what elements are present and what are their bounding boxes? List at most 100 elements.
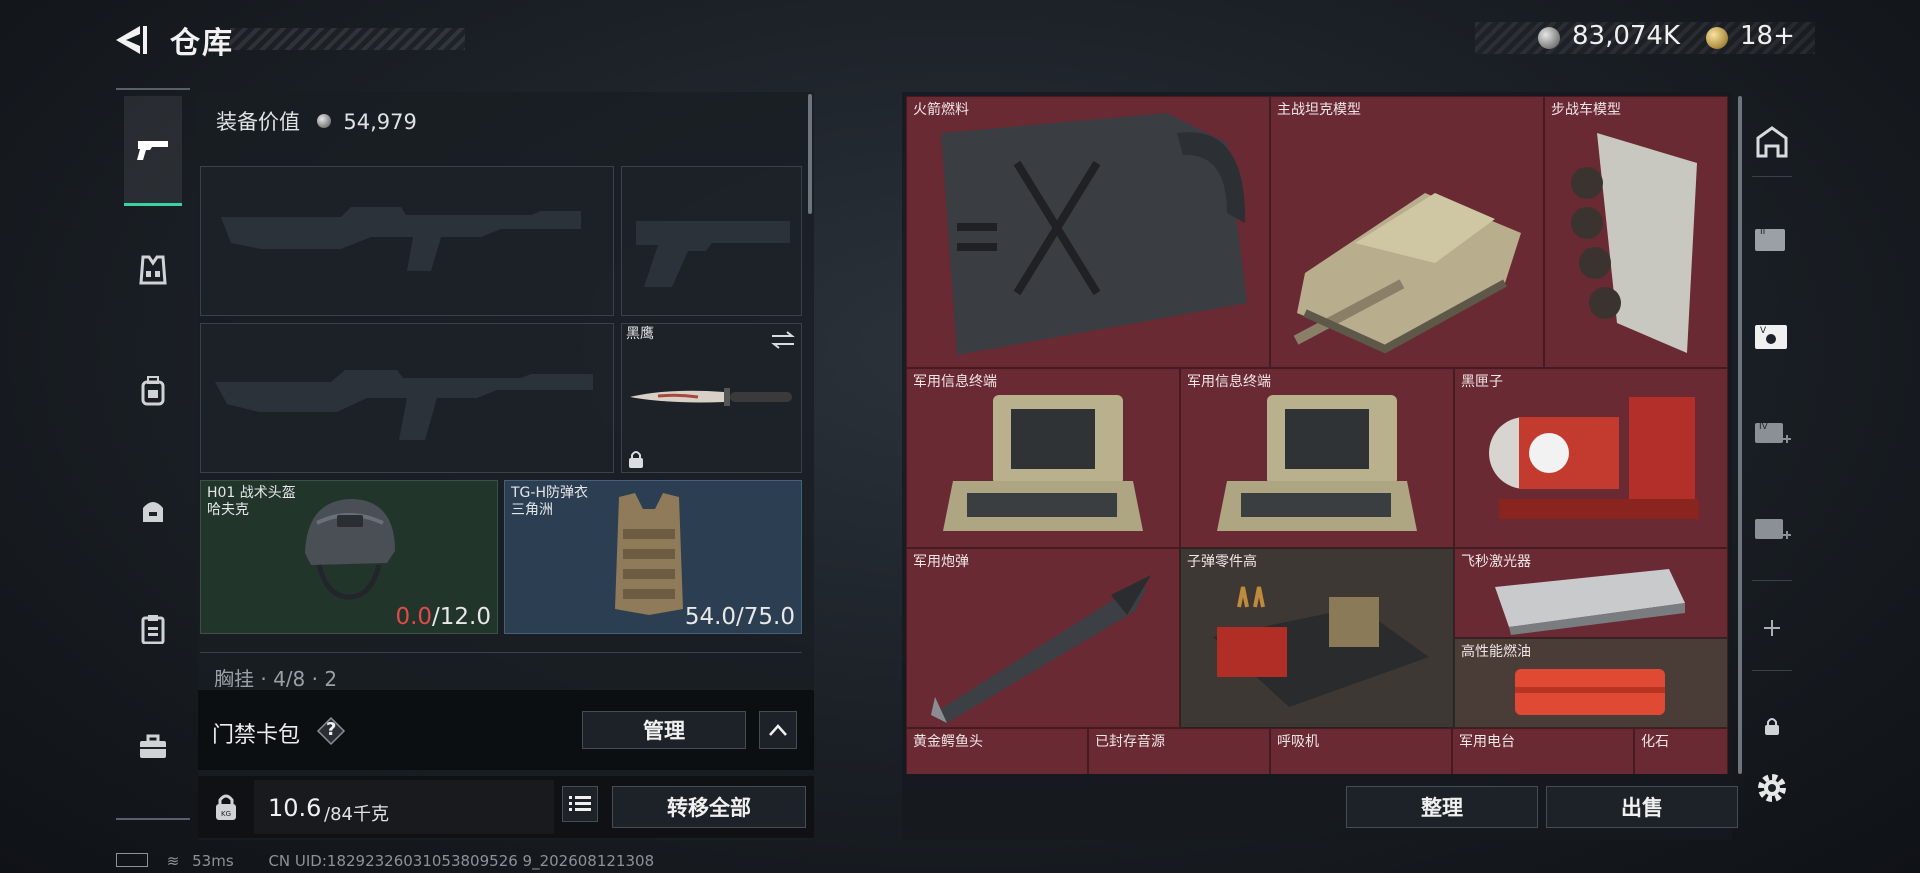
storage-lock-button[interactable]: [1746, 700, 1798, 752]
body-armor-icon: [615, 493, 683, 615]
melee-slot[interactable]: 黑鹰: [621, 323, 802, 473]
storage-grid: 火箭燃料 主战坦克模型 步战车模型 军用信息终端 军用信息终端 黑匣子 军用炮弹…: [906, 96, 1728, 774]
item-label: 军用电台: [1459, 734, 1515, 750]
list-icon: [569, 796, 591, 811]
laser-case-icon: [1495, 569, 1685, 635]
item-military-radio[interactable]: 军用电台: [1452, 728, 1634, 774]
item-label: 军用信息终端: [1187, 374, 1271, 390]
item-sealed-audio[interactable]: 已封存音源: [1088, 728, 1270, 774]
battery-icon: [116, 853, 148, 867]
chevron-up-icon: [769, 724, 787, 736]
secondary-weapon-slot[interactable]: [200, 323, 614, 473]
item-fossil[interactable]: 化石: [1634, 728, 1728, 774]
backpack-icon: [141, 376, 165, 406]
sell-button[interactable]: 出售: [1546, 786, 1738, 828]
item-military-terminal[interactable]: 军用信息终端: [1180, 368, 1454, 548]
storage-page-3-button[interactable]: IV: [1746, 406, 1798, 458]
storage-page-4-button[interactable]: [1746, 502, 1798, 554]
clipboard-icon: [141, 615, 165, 644]
rifle-silhouette-icon: [215, 370, 593, 440]
status-bar: ≋ 53ms CN UID:18292326031053809526 9_202…: [116, 852, 654, 870]
knife-icon: [630, 388, 792, 406]
rail-tab-clipboard[interactable]: [124, 574, 182, 684]
item-femtosecond-laser[interactable]: 飞秒激光器: [1454, 548, 1728, 638]
weight-capacity: /84千克: [324, 804, 389, 825]
list-view-button[interactable]: [562, 786, 598, 822]
storage-page-1-icon: II: [1755, 227, 1785, 251]
item-label: 步战车模型: [1551, 102, 1621, 118]
equipment-value: 装备价值 54,979: [216, 106, 417, 136]
body-armor-slot[interactable]: TG-H防弹衣 三角洲 54.0/75.0: [504, 480, 802, 634]
weight-current: 10.6: [268, 794, 322, 822]
storage-page-2-button[interactable]: V: [1746, 310, 1798, 362]
item-military-shell[interactable]: 军用炮弹: [906, 548, 1180, 728]
item-high-perf-fuel[interactable]: 高性能燃油: [1454, 638, 1728, 728]
title-decoration: [230, 28, 465, 50]
manage-button[interactable]: 管理: [582, 711, 746, 749]
item-golden-croc-head[interactable]: 黄金鳄鱼头: [906, 728, 1088, 774]
gold-currency-amount[interactable]: 18+: [1740, 21, 1795, 51]
pistol-silhouette-icon: [636, 221, 790, 287]
item-label: 高性能燃油: [1461, 644, 1531, 660]
svg-text:II: II: [1760, 227, 1765, 237]
weight-lock-button[interactable]: KG: [206, 784, 246, 830]
toolbar-divider: [1752, 670, 1792, 671]
user-uid: CN UID:18292326031053809526 9_2026081213…: [268, 852, 655, 870]
organize-button[interactable]: 整理: [1346, 786, 1538, 828]
toolbar-divider: [1752, 176, 1792, 177]
chest-rig-row[interactable]: 胸挂 · 4/8 · 2: [200, 652, 802, 687]
weight-lock-icon: KG: [216, 794, 236, 820]
gear-icon: [1758, 774, 1786, 802]
item-bullet-parts[interactable]: 子弹零件高: [1180, 548, 1454, 728]
chest-rig-label: 胸挂 · 4/8 · 2: [214, 667, 338, 687]
storage-scrollbar[interactable]: [1738, 96, 1742, 774]
item-label: 黑匣子: [1461, 374, 1503, 390]
pistol-icon: [137, 140, 168, 160]
sidearm-slot[interactable]: [621, 166, 802, 316]
item-label: 已封存音源: [1095, 734, 1165, 750]
missile-icon: [931, 575, 1151, 723]
rail-tab-backpack[interactable]: [124, 336, 182, 446]
rail-tab-pouch[interactable]: [124, 456, 182, 566]
plus-icon: [1764, 620, 1780, 636]
helmet-brand: 哈夫克: [207, 502, 249, 518]
laptop-terminal-icon: [943, 395, 1143, 531]
swap-icon[interactable]: [770, 330, 796, 350]
item-black-box[interactable]: 黑匣子: [1454, 368, 1728, 548]
rail-tab-vest[interactable]: [124, 215, 182, 325]
helmet-slot[interactable]: H01 战术头盔 哈夫克 0.0/12.0: [200, 480, 498, 634]
collapse-button[interactable]: [759, 711, 797, 749]
toolbar-divider: [1752, 580, 1792, 581]
item-military-terminal[interactable]: 军用信息终端: [906, 368, 1180, 548]
item-mbt-model[interactable]: 主战坦克模型: [1270, 96, 1544, 368]
jerrycan-icon: [941, 113, 1247, 355]
storage-page-2-icon: V: [1755, 325, 1787, 349]
storage-home-button[interactable]: [1746, 116, 1798, 168]
settings-button[interactable]: [1746, 762, 1798, 814]
armor-durability: 54.0/75.0: [684, 604, 795, 630]
silver-coin-icon: [1538, 27, 1560, 49]
storage-page-3-icon: IV: [1755, 422, 1791, 443]
help-button[interactable]: ?: [316, 716, 346, 746]
helmet-durability-current: 0.0: [395, 604, 433, 630]
primary-weapon-slot[interactable]: [200, 166, 614, 316]
item-ifv-model[interactable]: 步战车模型: [1544, 96, 1728, 368]
storage-page-1-button[interactable]: II: [1746, 212, 1798, 264]
loadout-scrollbar[interactable]: [808, 94, 812, 214]
tank-icon: [1293, 193, 1521, 353]
rail-tab-weapons[interactable]: [124, 96, 182, 206]
ammo-crate-icon: [1213, 586, 1429, 707]
rail-tab-case[interactable]: [124, 692, 182, 802]
lock-icon: [1765, 718, 1779, 735]
back-arrow-icon[interactable]: [112, 20, 152, 60]
lock-icon: [629, 451, 643, 468]
item-ventilator[interactable]: 呼吸机: [1270, 728, 1452, 774]
rifle-silhouette-icon: [221, 207, 581, 271]
keycard-bag-label: 门禁卡包: [212, 723, 301, 748]
svg-text:IV: IV: [1759, 422, 1769, 432]
item-rocket-fuel[interactable]: 火箭燃料: [906, 96, 1270, 368]
transfer-all-button[interactable]: 转移全部: [612, 786, 806, 828]
add-page-button[interactable]: [1746, 602, 1798, 654]
briefcase-icon: [140, 734, 166, 758]
ifv-icon: [1571, 133, 1697, 353]
